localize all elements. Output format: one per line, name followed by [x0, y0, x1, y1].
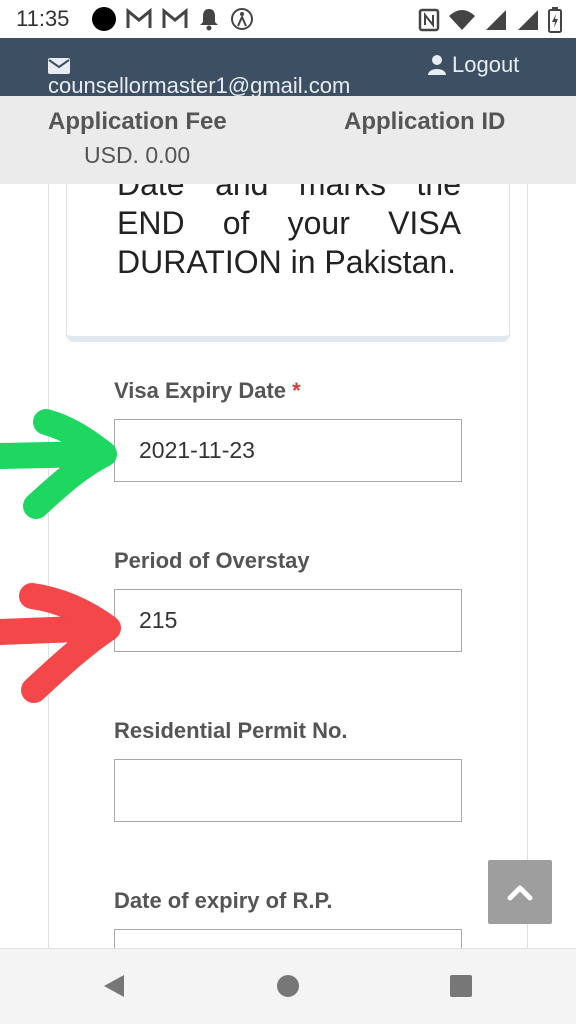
notification-bell-icon [200, 9, 218, 31]
recents-icon[interactable] [449, 973, 473, 999]
battery-charging-icon [548, 7, 562, 33]
chevron-up-icon [507, 885, 533, 901]
user-icon [428, 55, 446, 75]
home-icon[interactable] [276, 973, 300, 999]
red-arrow-annotation [0, 583, 121, 703]
required-asterisk: * [292, 378, 301, 403]
permit-number-label: Residential Permit No. [114, 718, 348, 743]
green-arrow-annotation [0, 409, 117, 519]
android-nav-bar [0, 948, 576, 1024]
gmail-icon [162, 8, 188, 28]
accessibility-icon [231, 8, 253, 30]
wifi-icon [449, 10, 475, 30]
gmail-icon [126, 8, 152, 28]
permit-number-input[interactable] [114, 759, 462, 822]
black-dot-icon [92, 7, 116, 31]
application-fee-value: USD. 0.00 [84, 142, 191, 168]
fee-bar: Application Fee USD. 0.00 Application ID [0, 96, 576, 184]
permit-expiry-input[interactable] [114, 929, 462, 948]
user-email: counsellormaster1@gmail.com [48, 75, 351, 96]
back-icon[interactable] [102, 973, 126, 999]
status-time: 11:35 [16, 6, 70, 31]
note-card: Date and marks the END of your VISA DURA… [66, 184, 510, 342]
logout-label: Logout [452, 52, 520, 77]
form-content[interactable]: Date and marks the END of your VISA DURA… [0, 184, 576, 948]
overstay-input[interactable]: 215 [114, 589, 462, 652]
status-bar: 11:35 [0, 0, 576, 38]
logout-button[interactable]: Logout [428, 52, 519, 78]
visa-expiry-label: Visa Expiry Date * [114, 378, 301, 404]
visa-expiry-label-text: Visa Expiry Date [114, 378, 287, 403]
envelope-icon [48, 58, 70, 74]
signal-icon [518, 10, 538, 30]
visa-expiry-input[interactable]: 2021-11-23 [114, 419, 462, 482]
scroll-to-top-button[interactable] [488, 860, 552, 924]
application-fee-label: Application Fee [48, 108, 227, 135]
signal-icon [486, 10, 506, 30]
nfc-icon [418, 8, 440, 32]
overstay-label: Period of Overstay [114, 548, 310, 573]
permit-expiry-label: Date of expiry of R.P. [114, 888, 333, 913]
app-header: counsellormaster1@gmail.com Logout [0, 38, 576, 96]
note-text: Date and marks the END of your VISA DURA… [117, 184, 461, 280]
application-id-label: Application ID [344, 108, 506, 135]
